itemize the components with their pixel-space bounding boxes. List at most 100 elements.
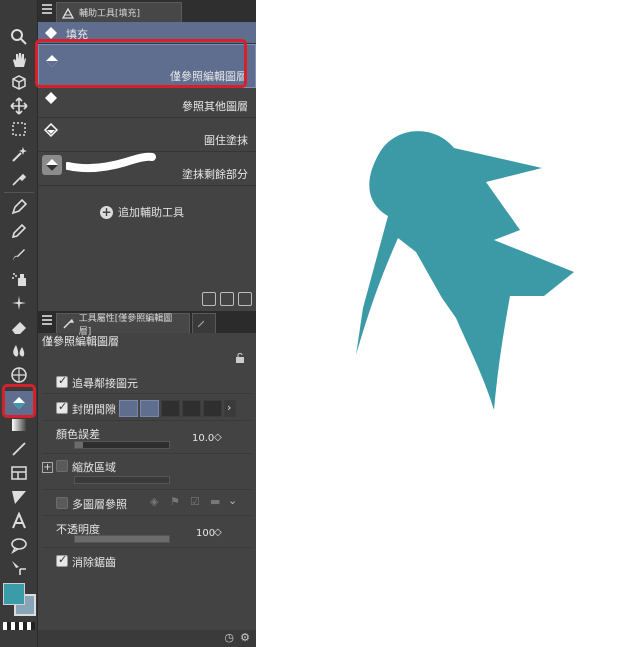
subtool-item-enclose-fill[interactable]: 圍住塗抹 bbox=[38, 118, 256, 152]
area-scaling-checkbox[interactable] bbox=[56, 460, 68, 472]
figure-icon[interactable] bbox=[4, 364, 34, 386]
pen-icon[interactable] bbox=[4, 196, 34, 218]
row-area-scaling: + 縮放區域 bbox=[42, 456, 252, 490]
tab-tool-property[interactable]: 工具屬性[僅參照編輯圖層] bbox=[56, 313, 190, 337]
canvas[interactable] bbox=[256, 0, 639, 647]
all-layers-icon[interactable]: ◈ bbox=[150, 495, 158, 508]
antialias-checkbox[interactable] bbox=[56, 553, 68, 567]
main-color-swatch[interactable] bbox=[3, 583, 25, 605]
property-tab-bar: 工具屬性[僅參照編輯圖層] bbox=[38, 311, 256, 337]
text-icon[interactable] bbox=[4, 510, 34, 532]
tool-bar bbox=[0, 0, 38, 647]
opacity-slider[interactable] bbox=[74, 535, 170, 543]
selected-layer-icon[interactable]: ☑ bbox=[190, 495, 200, 508]
color-swatches[interactable] bbox=[3, 583, 37, 619]
gap-level-5[interactable] bbox=[203, 400, 222, 417]
antialias-label: 消除鋸齒 bbox=[72, 556, 116, 569]
reference-layer-icon[interactable]: ⚑ bbox=[170, 495, 180, 508]
tab-brush-size[interactable] bbox=[192, 313, 216, 333]
property-title: 僅參照編輯圖層 bbox=[42, 335, 119, 348]
stroke-preview bbox=[66, 152, 156, 173]
ruler-icon[interactable] bbox=[4, 486, 34, 508]
row-multi-layer: 多圖層參照 ◈ ⚑ ☑ ▬ ⌄ bbox=[42, 492, 252, 516]
close-gap-checkbox[interactable] bbox=[56, 400, 68, 414]
follow-adjacent-checkbox[interactable] bbox=[56, 374, 68, 388]
subtool-footer-icons bbox=[202, 292, 252, 306]
gradient-icon[interactable] bbox=[4, 414, 34, 436]
row-color-margin: 顏色誤差 10.0 ◇ bbox=[42, 424, 252, 454]
multi-layer-checkbox[interactable] bbox=[56, 497, 68, 509]
chevron-right-icon[interactable]: › bbox=[224, 400, 236, 417]
expand-icon[interactable]: + bbox=[42, 462, 53, 473]
close-gap-label: 封閉間隙 bbox=[72, 403, 116, 416]
follow-adjacent-label: 追尋鄰接圖元 bbox=[72, 377, 138, 390]
subtool-item-label: 參照其他圖層 bbox=[182, 100, 248, 113]
subtool-tab-bar: 輔助工具[填充] bbox=[38, 0, 256, 22]
add-icon: + bbox=[100, 204, 113, 219]
color-margin-value: 10.0 bbox=[192, 433, 215, 444]
tab-subtool[interactable]: 輔助工具[填充] bbox=[56, 2, 182, 22]
reset-icon[interactable]: ◷ bbox=[224, 631, 234, 644]
add-subtool-label: 追加輔助工具 bbox=[118, 206, 184, 219]
row-follow-adjacent: 追尋鄰接圖元 bbox=[42, 372, 252, 394]
bucket-icon bbox=[45, 92, 57, 104]
subtool-tab-icon bbox=[61, 7, 75, 19]
row-opacity: 不透明度 100 ◇ bbox=[42, 518, 252, 548]
gap-level-2[interactable] bbox=[140, 400, 159, 417]
spin-icon[interactable]: ◇ bbox=[214, 432, 222, 443]
panel-menu-icon[interactable] bbox=[42, 4, 52, 16]
airbrush-icon[interactable] bbox=[4, 268, 34, 290]
subtool-item-label: 圍住塗抹 bbox=[204, 134, 248, 147]
brush-size-icon bbox=[197, 320, 205, 327]
hand-icon[interactable] bbox=[4, 49, 34, 71]
multi-layer-label: 多圖層參照 bbox=[72, 498, 127, 511]
eraser-icon[interactable] bbox=[4, 316, 34, 338]
panel-menu-icon[interactable] bbox=[42, 315, 52, 327]
subtool-item-label: 塗抹剩餘部分 bbox=[182, 168, 248, 181]
area-scaling-slider[interactable] bbox=[74, 476, 170, 484]
brush-icon[interactable] bbox=[4, 244, 34, 266]
move-layer-icon[interactable] bbox=[4, 72, 34, 94]
area-scaling-label: 縮放區域 bbox=[72, 461, 116, 474]
magic-wand-icon[interactable] bbox=[4, 143, 34, 165]
import-icon[interactable] bbox=[202, 292, 216, 306]
bucket-icon bbox=[46, 159, 58, 171]
gap-level-4[interactable] bbox=[182, 400, 201, 417]
line-icon[interactable] bbox=[4, 438, 34, 460]
balloon-icon[interactable] bbox=[4, 534, 34, 556]
selection-icon[interactable] bbox=[4, 118, 34, 140]
opacity-value: 100 bbox=[196, 528, 216, 539]
color-margin-slider[interactable] bbox=[74, 441, 170, 449]
gap-level-3[interactable] bbox=[161, 400, 180, 417]
folder-icon[interactable]: ▬ bbox=[210, 495, 220, 508]
add-subtool-button[interactable]: + 追加輔助工具 bbox=[100, 204, 184, 220]
eyedropper-icon[interactable] bbox=[4, 168, 34, 190]
magnifier-icon[interactable] bbox=[4, 26, 34, 48]
color-margin-label: 顏色誤差 bbox=[56, 428, 100, 441]
copy-icon[interactable] bbox=[220, 292, 234, 306]
wrench-icon bbox=[63, 318, 74, 328]
row-close-gap: 封閉間隙 › bbox=[42, 397, 252, 421]
lock-icon[interactable] bbox=[235, 353, 245, 363]
settings-icon[interactable]: ⚙ bbox=[240, 631, 250, 644]
transform-icon[interactable] bbox=[4, 95, 34, 117]
transparent-color-swatch[interactable] bbox=[3, 622, 35, 630]
subtool-item-refer-other-layers[interactable]: 參照其他圖層 bbox=[38, 88, 256, 118]
pencil-icon[interactable] bbox=[4, 220, 34, 242]
subtool-item-paint-unfilled[interactable]: 塗抹剩餘部分 bbox=[38, 152, 256, 186]
gap-level-1[interactable] bbox=[119, 400, 138, 417]
decoration-icon[interactable] bbox=[4, 292, 34, 314]
correct-line-icon[interactable] bbox=[4, 557, 34, 579]
chevron-down-icon[interactable]: ⌄ bbox=[228, 494, 237, 507]
bucket-icon bbox=[43, 122, 59, 138]
filled-shape bbox=[356, 131, 574, 410]
panel-footer: ◷ ⚙ bbox=[38, 630, 256, 647]
fill-tool-highlight bbox=[2, 384, 36, 418]
sub-tool-panel: 輔助工具[填充] 填充 僅參照編輯圖層 參照其他圖層 圍住塗抹 塗抹剩餘部分 +… bbox=[35, 0, 256, 647]
blend-icon[interactable] bbox=[4, 340, 34, 362]
subtool-highlight bbox=[35, 39, 247, 88]
spin-icon[interactable]: ◇ bbox=[214, 527, 222, 538]
trash-icon[interactable] bbox=[238, 292, 252, 306]
tab-subtool-label: 輔助工具[填充] bbox=[79, 9, 141, 19]
frame-icon[interactable] bbox=[4, 462, 34, 484]
